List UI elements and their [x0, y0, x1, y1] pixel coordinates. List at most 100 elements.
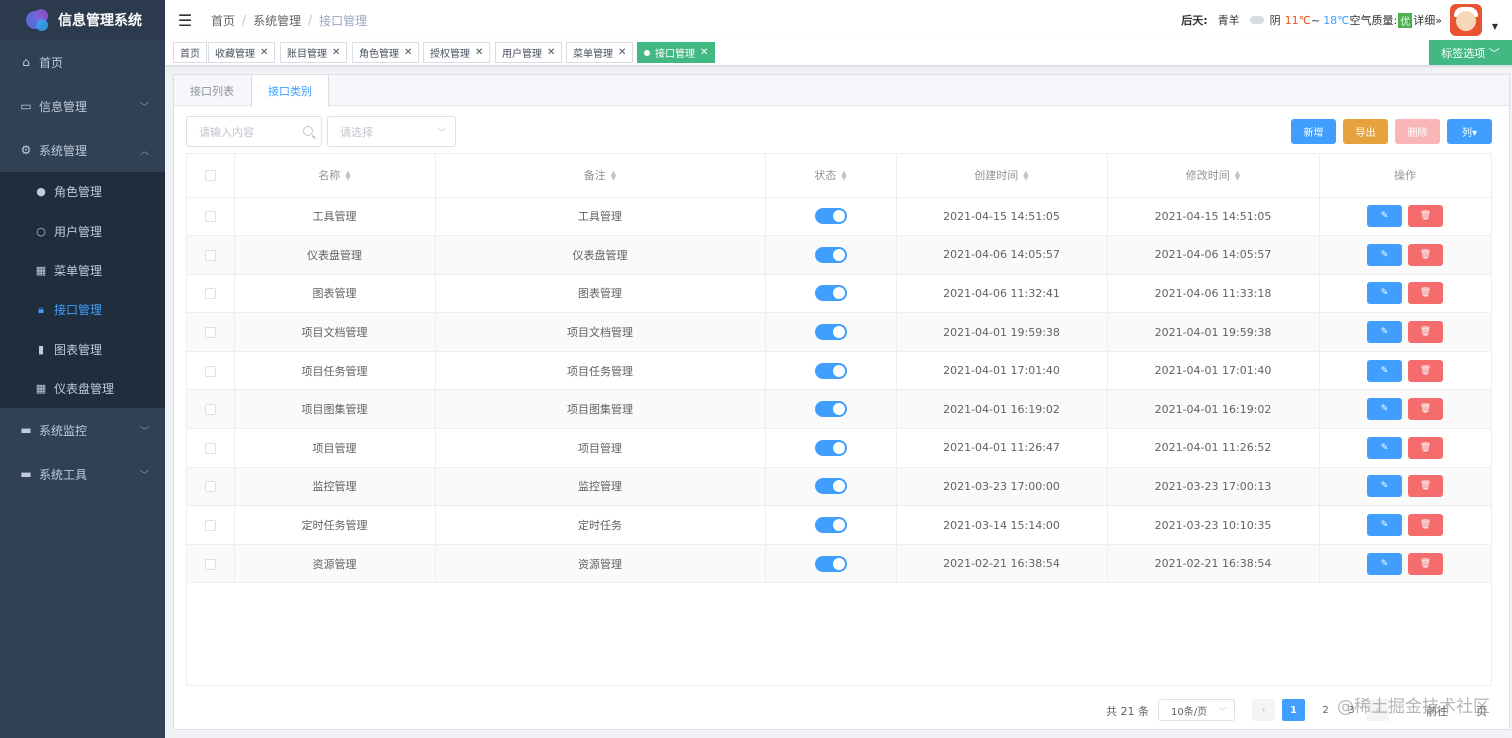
status-switch[interactable] — [814, 324, 847, 341]
tab-api-category[interactable]: 接口类别 — [251, 75, 329, 107]
breadcrumb-home[interactable]: 首页 — [211, 12, 235, 29]
delete-row-button[interactable]: 🗑︎ — [1408, 436, 1443, 459]
tag-api[interactable]: 接口管理 ✕ — [637, 42, 716, 63]
breadcrumb-system[interactable]: 系统管理 — [253, 12, 301, 29]
tab-api-list[interactable]: 接口列表 — [174, 75, 251, 106]
edit-button[interactable]: ✎ — [1367, 359, 1402, 382]
status-switch[interactable] — [814, 285, 847, 302]
search-icon[interactable] — [303, 126, 313, 136]
tag-accounts[interactable]: 账目管理 ✕ — [280, 42, 348, 63]
delete-row-button[interactable]: 🗑︎ — [1408, 243, 1443, 266]
tag-home[interactable]: 首页 — [173, 42, 207, 63]
column-header-modified[interactable]: 修改时间 ▲ ▼ — [1107, 154, 1320, 198]
column-header-status[interactable]: 状态 ▲ ▼ — [765, 154, 897, 198]
header-label: 创建时间 — [974, 169, 1019, 183]
row-checkbox[interactable] — [204, 558, 216, 570]
close-icon[interactable]: ✕ — [404, 47, 412, 58]
delete-row-button[interactable]: 🗑︎ — [1408, 321, 1443, 344]
tag-roles[interactable]: 角色管理 ✕ — [352, 42, 420, 63]
edit-button[interactable]: ✎ — [1367, 514, 1402, 537]
edit-button[interactable]: ✎ — [1367, 398, 1402, 421]
close-icon[interactable]: ✕ — [332, 47, 340, 58]
sidebar-item-home[interactable]: ⌂ 首页 — [0, 40, 165, 84]
logo[interactable]: 信息管理系统 — [0, 0, 165, 40]
page-1-button[interactable]: 1 — [1282, 699, 1305, 721]
delete-row-button[interactable]: 🗑︎ — [1408, 282, 1443, 305]
export-button[interactable]: 导出 — [1343, 119, 1388, 144]
tag-options-button[interactable]: 标签选项 ﹀ — [1429, 40, 1512, 65]
sidebar-item-tools[interactable]: ▬ 系统工具 ﹀ — [0, 452, 165, 496]
sort-icon[interactable]: ▲ ▼ — [841, 170, 846, 182]
tag-users[interactable]: 用户管理 ✕ — [495, 42, 563, 63]
close-icon[interactable]: ✕ — [475, 47, 483, 58]
tag-menus[interactable]: 菜单管理 ✕ — [566, 42, 634, 63]
row-checkbox[interactable] — [204, 211, 216, 223]
delete-row-button[interactable]: 🗑︎ — [1408, 359, 1443, 382]
row-checkbox[interactable] — [204, 365, 216, 377]
status-switch[interactable] — [814, 517, 847, 534]
sidebar-item-system[interactable]: ⚙ 系统管理 ︿ — [0, 128, 165, 172]
edit-button[interactable]: ✎ — [1367, 436, 1402, 459]
status-switch[interactable] — [814, 439, 847, 456]
select-all-checkbox[interactable] — [204, 170, 216, 182]
sidebar-item-roles[interactable]: ● 角色管理 — [0, 172, 165, 211]
sort-icon[interactable]: ▲ ▼ — [1023, 170, 1028, 182]
edit-button[interactable]: ✎ — [1367, 321, 1402, 344]
close-icon[interactable]: ✕ — [700, 47, 708, 58]
page-2-button[interactable]: 2 — [1314, 699, 1337, 721]
delete-row-button[interactable]: 🗑︎ — [1408, 398, 1443, 421]
hamburger-icon[interactable]: ☰ — [165, 11, 205, 30]
edit-button[interactable]: ✎ — [1367, 205, 1402, 228]
delete-row-button[interactable]: 🗑︎ — [1408, 475, 1443, 498]
edit-button[interactable]: ✎ — [1367, 243, 1402, 266]
column-header-name[interactable]: 名称 ▲ ▼ — [234, 154, 436, 198]
prev-page-button[interactable]: ‹ — [1252, 699, 1275, 721]
edit-button[interactable]: ✎ — [1367, 282, 1402, 305]
category-select[interactable]: 请选择 ﹀ — [327, 116, 456, 147]
weather-widget[interactable]: 后天: 青羊 阴 11℃ ~ 18℃ 空气质量: 优 详细» — [1181, 12, 1442, 28]
weather-detail-link[interactable]: 详细» — [1413, 12, 1442, 28]
sidebar-item-info[interactable]: ▭ 信息管理 ﹀ — [0, 84, 165, 128]
close-icon[interactable]: ✕ — [547, 47, 555, 58]
sort-icon[interactable]: ▲ ▼ — [1235, 170, 1240, 182]
sidebar-item-api[interactable]: 🔒︎ 接口管理 — [0, 290, 165, 329]
sort-icon[interactable]: ▲ ▼ — [345, 170, 350, 182]
row-checkbox[interactable] — [204, 481, 216, 493]
tag-auth[interactable]: 授权管理 ✕ — [423, 42, 491, 63]
tag-favorites[interactable]: 收藏管理 ✕ — [208, 42, 276, 63]
close-icon[interactable]: ✕ — [618, 47, 626, 58]
status-switch[interactable] — [814, 362, 847, 379]
sidebar-item-monitor[interactable]: ▬ 系统监控 ﹀ — [0, 408, 165, 452]
column-header-note[interactable]: 备注 ▲ ▼ — [435, 154, 766, 198]
sort-icon[interactable]: ▲ ▼ — [611, 170, 616, 182]
edit-button[interactable]: ✎ — [1367, 552, 1402, 575]
sidebar-item-menus[interactable]: ▦ 菜单管理 — [0, 251, 165, 290]
sidebar-item-users[interactable]: ○ 用户管理 — [0, 211, 165, 250]
column-header-created[interactable]: 创建时间 ▲ ▼ — [896, 154, 1108, 198]
close-icon[interactable]: ✕ — [260, 47, 268, 58]
page-size-select[interactable]: 10条/页 ﹀ — [1158, 699, 1235, 721]
delete-row-button[interactable]: 🗑︎ — [1408, 205, 1443, 228]
row-checkbox[interactable] — [204, 404, 216, 416]
row-checkbox[interactable] — [204, 442, 216, 454]
delete-row-button[interactable]: 🗑︎ — [1408, 514, 1443, 537]
edit-button[interactable]: ✎ — [1367, 475, 1402, 498]
row-checkbox[interactable] — [204, 327, 216, 339]
add-button[interactable]: 新增 — [1291, 119, 1336, 144]
status-switch[interactable] — [814, 478, 847, 495]
avatar[interactable] — [1450, 4, 1482, 36]
sidebar-item-charts[interactable]: ▮ 图表管理 — [0, 330, 165, 369]
status-switch[interactable] — [814, 401, 847, 418]
status-switch[interactable] — [814, 555, 847, 572]
status-switch[interactable] — [814, 208, 847, 225]
row-checkbox[interactable] — [204, 249, 216, 261]
sidebar-item-dashboard[interactable]: ▦ 仪表盘管理 — [0, 369, 165, 408]
row-checkbox[interactable] — [204, 288, 216, 300]
status-switch[interactable] — [814, 246, 847, 263]
search-input[interactable]: 请输入内容 — [186, 116, 322, 147]
delete-button[interactable]: 删除 — [1395, 119, 1440, 144]
row-checkbox[interactable] — [204, 520, 216, 532]
columns-button[interactable]: 列▾ — [1447, 119, 1492, 144]
caret-down-icon[interactable]: ▼ — [1492, 22, 1498, 31]
delete-row-button[interactable]: 🗑︎ — [1408, 552, 1443, 575]
